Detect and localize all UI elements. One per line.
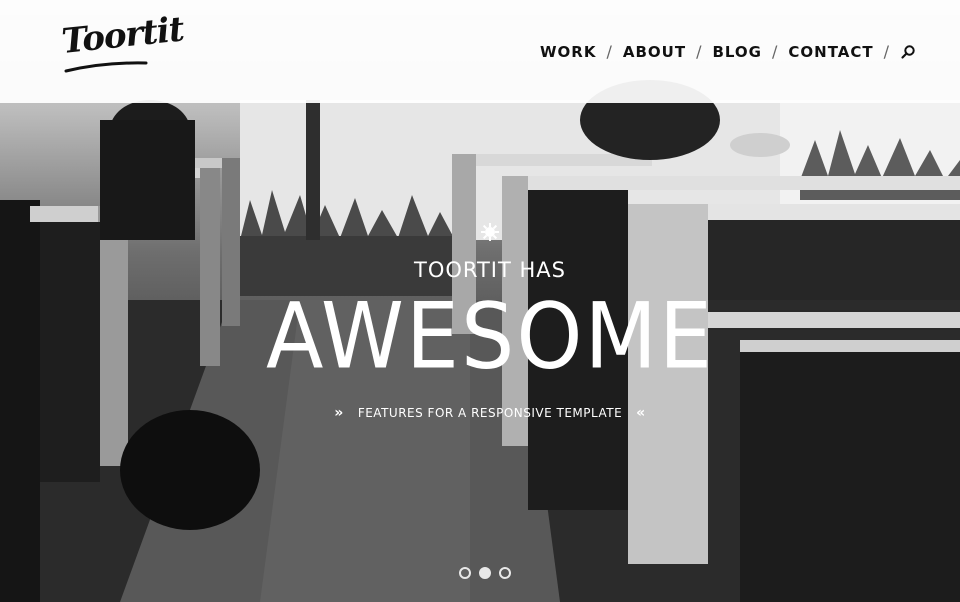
nav-separator: / xyxy=(771,42,779,61)
nav-blog[interactable]: BLOG xyxy=(712,43,762,61)
hero-headline: AWESOME xyxy=(266,283,714,389)
nav-about[interactable]: ABOUT xyxy=(623,43,686,61)
slider-dot-2[interactable] xyxy=(479,567,491,579)
slider-pagination xyxy=(459,567,511,579)
nav-work[interactable]: WORK xyxy=(540,43,596,61)
hero-kicker: TOORTIT HAS xyxy=(414,258,566,282)
tagline-right-marker: « xyxy=(636,405,646,421)
search-icon[interactable] xyxy=(900,44,916,60)
nav-separator: / xyxy=(606,42,613,61)
site-logo[interactable]: Toortit xyxy=(60,9,186,62)
logo-swoosh xyxy=(64,61,148,73)
slider-dot-3[interactable] xyxy=(499,567,511,579)
tagline-text: FEATURES FOR A RESPONSIVE TEMPLATE xyxy=(357,406,623,420)
nav-contact[interactable]: CONTACT xyxy=(788,43,873,61)
hero-tagline: » FEATURES FOR A RESPONSIVE TEMPLATE « xyxy=(0,405,960,421)
slider-dot-1[interactable] xyxy=(459,567,471,579)
tagline-left-marker: » xyxy=(334,405,344,421)
nav-separator: / xyxy=(883,42,890,61)
main-nav: WORK / ABOUT / BLOG / CONTACT / xyxy=(540,42,916,61)
sun-icon xyxy=(481,223,499,241)
nav-separator: / xyxy=(696,42,703,61)
site-header: Toortit WORK / ABOUT / BLOG / CONTACT / xyxy=(0,0,960,103)
